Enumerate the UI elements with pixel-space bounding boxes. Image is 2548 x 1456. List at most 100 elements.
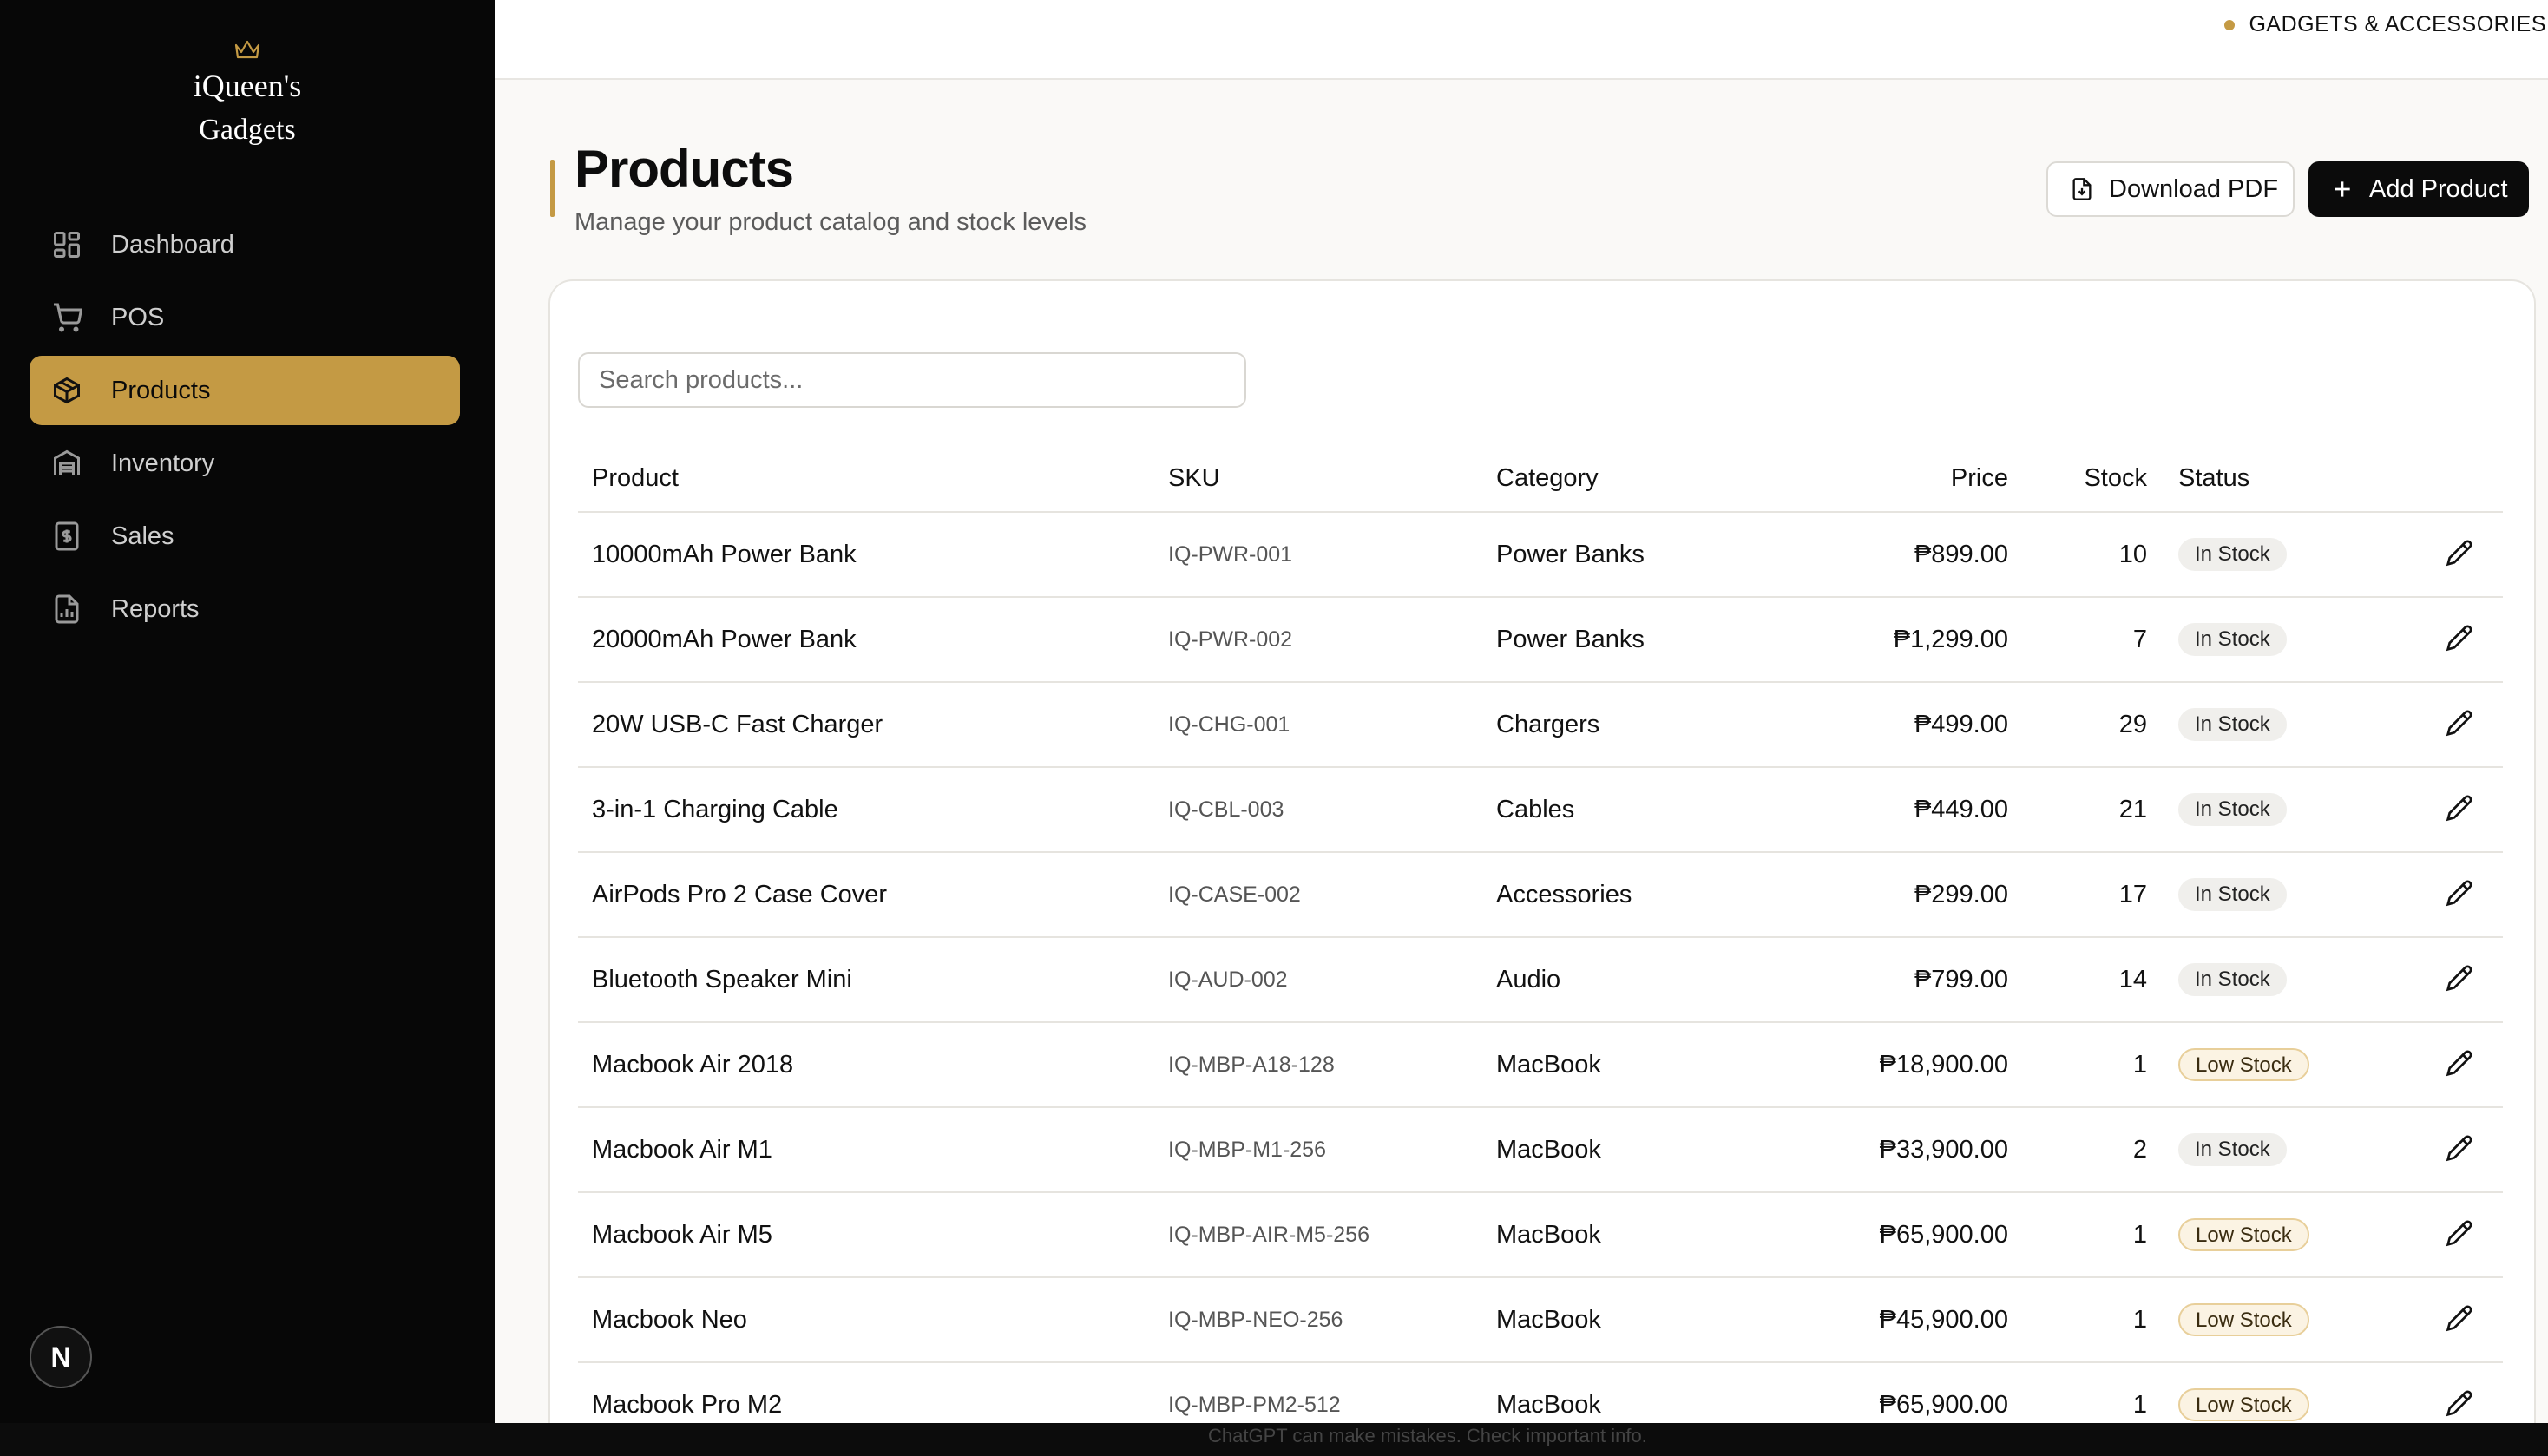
plus-icon [2329,176,2355,202]
pencil-icon [2446,625,2472,652]
add-product-button[interactable]: Add Product [2308,161,2529,217]
edit-button[interactable] [2442,876,2477,910]
status-cell: In Stock [2147,682,2407,768]
product-stock: 17 [2008,852,2147,938]
column-header-status[interactable]: Status [2147,437,2407,513]
status-cell: Low Stock [2147,1277,2407,1363]
status-badge: Low Stock [2178,1048,2309,1081]
file-download-icon [2069,176,2095,202]
column-header-product[interactable]: Product [578,437,1168,513]
status-cell: In Stock [2147,937,2407,1023]
column-header-stock[interactable]: Stock [2008,437,2147,513]
actions-cell [2407,852,2503,938]
table-row[interactable]: Macbook Air M5 IQ-MBP-AIR-M5-256 MacBook ₱6… [578,1192,2503,1278]
product-price: ₱33,900.00 [1791,1107,2008,1193]
bottom-strip: ChatGPT can make mistakes. Check importa… [0,1423,2548,1456]
actions-cell [2407,1192,2503,1278]
search-input[interactable] [578,352,1246,408]
edit-button[interactable] [2442,1386,2477,1420]
pencil-icon [2446,1305,2472,1332]
actions-cell [2407,1022,2503,1108]
report-chart-icon [50,593,83,626]
pencil-icon [2446,540,2472,567]
product-price: ₱299.00 [1791,852,2008,938]
edit-button[interactable] [2442,1131,2477,1165]
table-row[interactable]: 3-in-1 Charging Cable IQ-CBL-003 Cables ₱44… [578,767,2503,853]
page-title: Products [575,140,794,198]
product-name: AirPods Pro 2 Case Cover [578,852,1168,938]
edit-button[interactable] [2442,961,2477,995]
edit-button[interactable] [2442,705,2477,740]
topbar: GADGETS & ACCESSORIES [495,0,2548,80]
status-badge: Low Stock [2178,1218,2309,1251]
product-price: ₱45,900.00 [1791,1277,2008,1363]
box-icon [50,374,83,407]
product-stock: 2 [2008,1107,2147,1193]
brand-name: iQueen's [193,69,302,103]
table-body: 10000mAh Power Bank IQ-PWR-001 Power Banks… [578,512,2503,1448]
product-name: 10000mAh Power Bank [578,512,1168,598]
product-category: MacBook [1496,1277,1791,1363]
status-cell: In Stock [2147,1107,2407,1193]
product-sku: IQ-PWR-002 [1168,597,1496,683]
status-cell: In Stock [2147,767,2407,853]
actions-cell [2407,1107,2503,1193]
edit-button[interactable] [2442,790,2477,825]
download-pdf-label: Download PDF [2109,174,2279,203]
edit-button[interactable] [2442,1046,2477,1080]
actions-cell [2407,512,2503,598]
table-row[interactable]: 20W USB-C Fast Charger IQ-CHG-001 Chargers… [578,682,2503,768]
sidebar-item-label: Reports [111,594,200,623]
column-header-sku[interactable]: SKU [1168,437,1496,513]
product-stock: 1 [2008,1192,2147,1278]
edit-button[interactable] [2442,1301,2477,1335]
sidebar-item-sales[interactable]: Sales [30,502,460,571]
column-header-price[interactable]: Price [1791,437,2008,513]
product-stock: 7 [2008,597,2147,683]
avatar[interactable]: N [30,1326,92,1388]
column-header-category[interactable]: Category [1496,437,1791,513]
warehouse-icon [50,447,83,480]
table-row[interactable]: 20000mAh Power Bank IQ-PWR-002 Power Banks… [578,597,2503,683]
product-price: ₱18,900.00 [1791,1022,2008,1108]
product-name: 20W USB-C Fast Charger [578,682,1168,768]
product-name: Macbook Air 2018 [578,1022,1168,1108]
product-sku: IQ-CBL-003 [1168,767,1496,853]
sidebar-item-inventory[interactable]: Inventory [30,429,460,498]
status-badge: In Stock [2178,708,2287,741]
edit-button[interactable] [2442,620,2477,655]
product-category: Accessories [1496,852,1791,938]
edit-button[interactable] [2442,535,2477,570]
brand-logo[interactable]: iQueen's Gadgets [0,38,495,151]
status-badge: In Stock [2178,793,2287,826]
sidebar-item-reports[interactable]: Reports [30,574,460,644]
product-price: ₱65,900.00 [1791,1192,2008,1278]
sidebar-item-pos[interactable]: POS [30,283,460,352]
table-row[interactable]: Bluetooth Speaker Mini IQ-AUD-002 Audio ₱79… [578,937,2503,1023]
sidebar-item-dashboard[interactable]: Dashboard [30,210,460,279]
sidebar-item-label: Dashboard [111,230,234,259]
table-row[interactable]: AirPods Pro 2 Case Cover IQ-CASE-002 Acces… [578,852,2503,938]
sidebar-item-label: Products [111,376,211,404]
sidebar-item-label: Sales [111,521,174,550]
main-content: GADGETS & ACCESSORIES Products Manage yo… [495,0,2548,1456]
download-pdf-button[interactable]: Download PDF [2046,161,2295,217]
actions-cell [2407,1277,2503,1363]
table-row[interactable]: Macbook Neo IQ-MBP-NEO-256 MacBook ₱45,900.… [578,1277,2503,1363]
sidebar-item-products[interactable]: Products [30,356,460,425]
sidebar: iQueen's Gadgets Dashboard POS Products [0,0,495,1423]
pencil-icon [2446,1135,2472,1162]
status-dot-icon [2224,19,2236,30]
table-row[interactable]: Macbook Air M1 IQ-MBP-M1-256 MacBook ₱33,90… [578,1107,2503,1193]
pencil-icon [2446,795,2472,822]
product-stock: 14 [2008,937,2147,1023]
product-sku: IQ-AUD-002 [1168,937,1496,1023]
edit-button[interactable] [2442,1216,2477,1250]
product-name: Macbook Air M1 [578,1107,1168,1193]
product-category: MacBook [1496,1192,1791,1278]
store-tag-label: GADGETS & ACCESSORIES [2249,12,2546,36]
pencil-icon [2446,1390,2472,1417]
table-row[interactable]: 10000mAh Power Bank IQ-PWR-001 Power Banks… [578,512,2503,598]
table-row[interactable]: Macbook Air 2018 IQ-MBP-A18-128 MacBook ₱18… [578,1022,2503,1108]
store-tag: GADGETS & ACCESSORIES [2224,12,2546,37]
